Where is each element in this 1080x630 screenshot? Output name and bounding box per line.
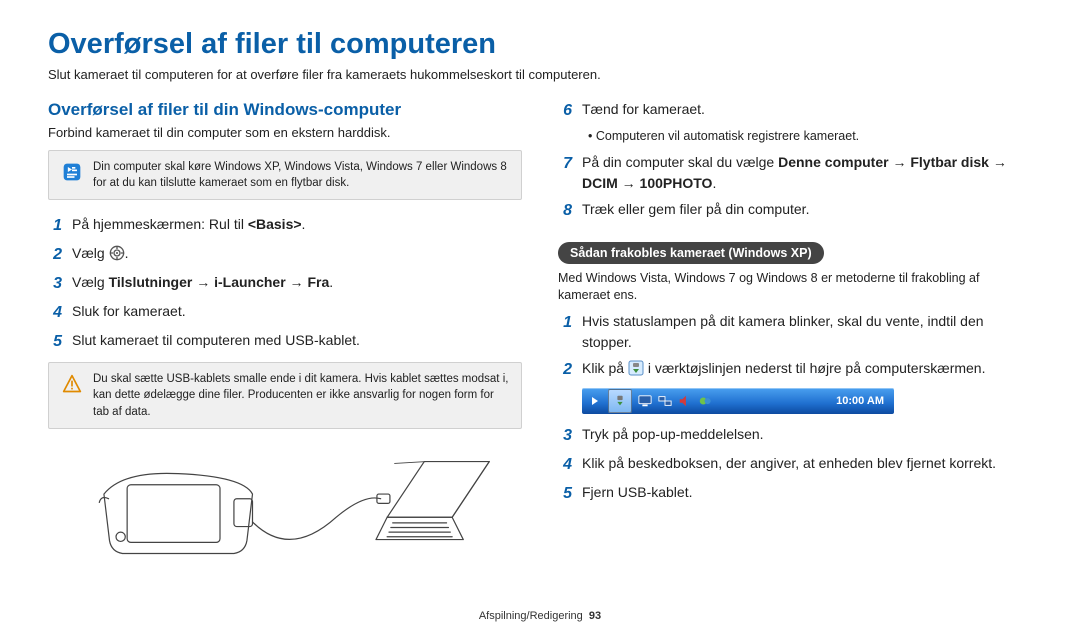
- step-text: Klik på beskedboksen, der angiver, at en…: [582, 453, 1032, 474]
- step-text: På hjemmeskærmen: Rul til <Basis>.: [72, 214, 522, 235]
- step-2: 2 Vælg .: [48, 243, 522, 267]
- right-column: 6 Tænd for kameraet. Computeren vil auto…: [558, 94, 1032, 573]
- info-icon: [61, 161, 83, 183]
- step-number: 5: [558, 482, 572, 506]
- step-6: 6 Tænd for kameraet.: [558, 99, 1032, 123]
- step-number: 3: [558, 424, 572, 448]
- volume-tray-icon: [678, 394, 692, 408]
- info-note-text: Din computer skal køre Windows XP, Windo…: [93, 159, 509, 191]
- left-column: Overførsel af filer til din Windows-comp…: [48, 94, 522, 573]
- section-heading: Overførsel af filer til din Windows-comp…: [48, 100, 522, 120]
- step-text: Sluk for kameraet.: [72, 301, 522, 322]
- step-text: Vælg .: [72, 243, 522, 264]
- step-text: Tryk på pop-up-meddelelsen.: [582, 424, 1032, 445]
- step-number: 6: [558, 99, 572, 123]
- step-number: 2: [558, 358, 572, 382]
- display-tray-icon: [638, 394, 652, 408]
- xp-step-4: 4 Klik på beskedboksen, der angiver, at …: [558, 453, 1032, 477]
- camera-usb-laptop-illustration: [48, 443, 522, 573]
- expand-tray-icon: [588, 394, 602, 408]
- footer-page-number: 93: [589, 610, 601, 622]
- page-footer: Afspilning/Redigering 93: [0, 610, 1080, 622]
- warning-icon: [61, 373, 83, 395]
- two-column-layout: Overførsel af filer til din Windows-comp…: [48, 94, 1032, 573]
- step-number: 8: [558, 199, 572, 223]
- xp-step-3: 3 Tryk på pop-up-meddelelsen.: [558, 424, 1032, 448]
- step-text: På din computer skal du vælge Denne comp…: [582, 152, 1032, 194]
- step-text: Træk eller gem filer på din computer.: [582, 199, 1032, 220]
- step-number: 4: [48, 301, 62, 325]
- page-subtitle: Slut kameraet til computeren for at over…: [48, 67, 1032, 82]
- xp-step-5: 5 Fjern USB-kablet.: [558, 482, 1032, 506]
- network-tray-icon: [658, 394, 672, 408]
- subsection-pill: Sådan frakobles kameraet (Windows XP): [558, 242, 824, 264]
- step-text: Tænd for kameraet.: [582, 99, 1032, 120]
- step-text: Hvis statuslampen på dit kamera blinker,…: [582, 311, 1032, 353]
- step-number: 2: [48, 243, 62, 267]
- safely-remove-tray-icon: [608, 389, 632, 413]
- page-title: Overførsel af filer til computeren: [48, 28, 1032, 61]
- pill-subtext: Med Windows Vista, Windows 7 og Windows …: [558, 270, 1032, 305]
- manual-page: Overførsel af filer til computeren Slut …: [0, 0, 1080, 630]
- step-text: Vælg Tilslutninger → i-Launcher → Fra.: [72, 272, 522, 293]
- step-text: Fjern USB-kablet.: [582, 482, 1032, 503]
- footer-section: Afspilning/Redigering: [479, 610, 583, 622]
- step-4: 4 Sluk for kameraet.: [48, 301, 522, 325]
- step-number: 5: [48, 330, 62, 354]
- step-number: 4: [558, 453, 572, 477]
- windows-xp-taskbar: 10:00 AM: [582, 388, 894, 414]
- step-number: 7: [558, 152, 572, 176]
- section-intro: Forbind kameraet til din computer som en…: [48, 124, 522, 142]
- step-5: 5 Slut kameraet til computeren med USB-k…: [48, 330, 522, 354]
- xp-step-2: 2 Klik på i værktøjslinjen nederst til h…: [558, 358, 1032, 382]
- sub-bullet: Computeren vil automatisk registrere kam…: [558, 128, 1032, 146]
- step-number: 3: [48, 272, 62, 296]
- safely-remove-icon: [628, 360, 644, 376]
- xp-step-1: 1 Hvis statuslampen på dit kamera blinke…: [558, 311, 1032, 353]
- step-1: 1 På hjemmeskærmen: Rul til <Basis>.: [48, 214, 522, 238]
- step-8: 8 Træk eller gem filer på din computer.: [558, 199, 1032, 223]
- warning-note-text: Du skal sætte USB-kablets smalle ende i …: [93, 371, 509, 419]
- step-number: 1: [558, 311, 572, 335]
- step-text: Slut kameraet til computeren med USB-kab…: [72, 330, 522, 351]
- step-text: Klik på i værktøjslinjen nederst til høj…: [582, 358, 1032, 379]
- step-3: 3 Vælg Tilslutninger → i-Launcher → Fra.: [48, 272, 522, 296]
- link-icon: [109, 245, 125, 261]
- info-note: Din computer skal køre Windows XP, Windo…: [48, 150, 522, 200]
- msn-tray-icon: [698, 394, 712, 408]
- taskbar-clock: 10:00 AM: [836, 395, 888, 407]
- warning-note: Du skal sætte USB-kablets smalle ende i …: [48, 362, 522, 428]
- step-number: 1: [48, 214, 62, 238]
- step-7: 7 På din computer skal du vælge Denne co…: [558, 152, 1032, 194]
